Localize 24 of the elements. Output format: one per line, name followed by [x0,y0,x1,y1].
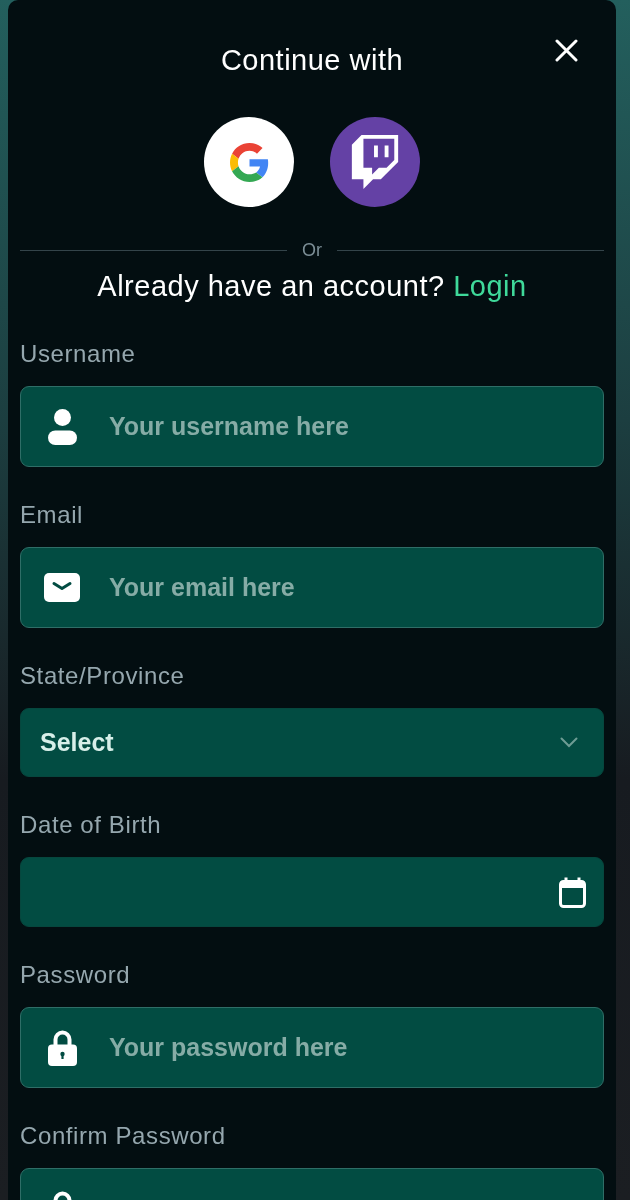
field-label: Username [20,339,137,368]
lock-icon [47,1029,77,1066]
close-icon [555,39,578,62]
google-g-icon [229,142,269,182]
chevron-down-icon [560,737,578,748]
login-link[interactable]: Login [453,270,527,302]
calendar-icon [559,876,586,908]
email-field[interactable]: Your email here [20,547,604,628]
field-label: Confirm Password [20,1121,227,1150]
person-icon [47,408,77,445]
login-prompt: Already have an account? Login [96,269,528,303]
envelope-icon [44,573,80,602]
field-label: Email [20,500,84,529]
select-dropdown[interactable]: Select [20,708,604,777]
divider-label: Or [302,240,322,260]
password-field[interactable]: Your password here [20,1007,604,1088]
field-label: Password [20,960,132,989]
field-label: State/Province [20,661,186,690]
field-label: Date of Birth [20,810,163,839]
text-field[interactable]: Your username here [20,386,604,467]
date-field[interactable] [20,857,604,927]
dialog-title: Continue with [220,43,404,77]
close-button[interactable] [555,39,578,62]
twitch-logo-icon [350,135,400,189]
